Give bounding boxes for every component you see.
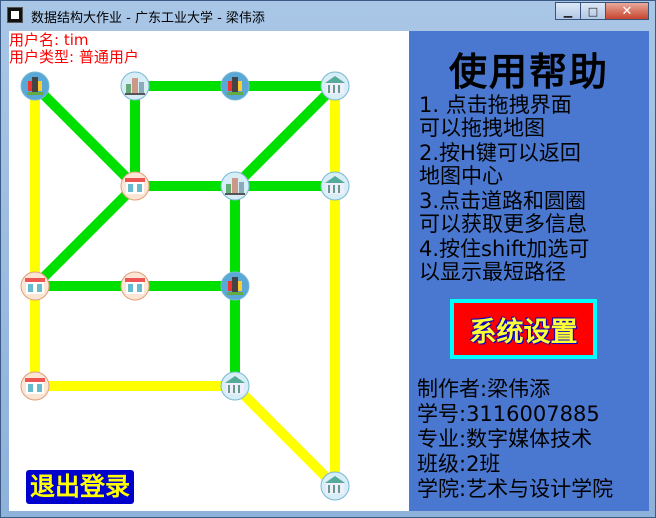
credit-college: 学院:艺术与设计学院: [417, 477, 614, 501]
building-node-icon[interactable]: [320, 471, 350, 501]
shop-node-icon[interactable]: [120, 171, 150, 201]
help-line-6: 可以获取更多信息: [419, 212, 587, 236]
castle-node-icon[interactable]: [220, 71, 250, 101]
credit-major: 专业:数字媒体技术: [417, 427, 593, 451]
shop-node-icon[interactable]: [120, 271, 150, 301]
road-n5-n8[interactable]: [31, 182, 139, 290]
settings-button[interactable]: 系统设置: [450, 299, 597, 359]
help-line-1: 1. 点击拖拽界面: [419, 93, 572, 117]
maximize-button[interactable]: □: [580, 2, 606, 20]
building-node-icon[interactable]: [320, 171, 350, 201]
settings-button-label: 系统设置: [454, 303, 593, 355]
building-node-icon[interactable]: [320, 71, 350, 101]
shop-node-icon[interactable]: [20, 271, 50, 301]
city-node-icon[interactable]: [120, 71, 150, 101]
map-canvas[interactable]: 用户名: tim 用户类型: 普通用户 退出登录: [9, 31, 409, 511]
castle-node-icon[interactable]: [220, 271, 250, 301]
help-panel: 使用帮助 1. 点击拖拽界面 可以拖拽地图 2.按H键可以返回 地图中心 3.点…: [409, 31, 649, 511]
help-title: 使用帮助: [448, 50, 609, 94]
building-node-icon[interactable]: [220, 371, 250, 401]
shop-node-icon[interactable]: [20, 371, 50, 401]
credit-student-id: 学号:3116007885: [417, 402, 600, 426]
help-line-7: 4.按住shift加选可: [419, 237, 590, 261]
app-icon: [7, 7, 23, 23]
title-bar[interactable]: 数据结构大作业 - 广东工业大学 - 梁伟添 ▁ □ ✕: [1, 1, 655, 29]
castle-node-icon[interactable]: [20, 71, 50, 101]
road-n12-n13[interactable]: [231, 382, 339, 490]
help-line-8: 以显示最短路径: [419, 260, 566, 284]
window-controls: ▁ □ ✕: [555, 2, 649, 20]
username-label: 用户名: tim: [9, 31, 89, 49]
logout-button[interactable]: 退出登录: [26, 470, 135, 504]
app-window: 数据结构大作业 - 广东工业大学 - 梁伟添 ▁ □ ✕ 用户名: tim 用户…: [0, 0, 656, 518]
help-line-3: 2.按H键可以返回: [419, 141, 581, 165]
user-type-label: 用户类型: 普通用户: [9, 48, 139, 66]
credit-class: 班级:2班: [417, 452, 501, 476]
campus-map[interactable]: [9, 31, 409, 511]
minimize-button[interactable]: ▁: [555, 2, 581, 20]
close-button[interactable]: ✕: [605, 2, 649, 20]
city-node-icon[interactable]: [220, 171, 250, 201]
help-line-4: 地图中心: [419, 164, 503, 188]
road-n4-n6[interactable]: [231, 82, 339, 190]
help-line-5: 3.点击道路和圆圈: [419, 189, 587, 213]
help-line-2: 可以拖拽地图: [419, 116, 545, 140]
credit-author: 制作者:梁伟添: [417, 377, 551, 401]
road-n1-n5[interactable]: [31, 82, 139, 190]
window-title: 数据结构大作业 - 广东工业大学 - 梁伟添: [31, 11, 265, 26]
